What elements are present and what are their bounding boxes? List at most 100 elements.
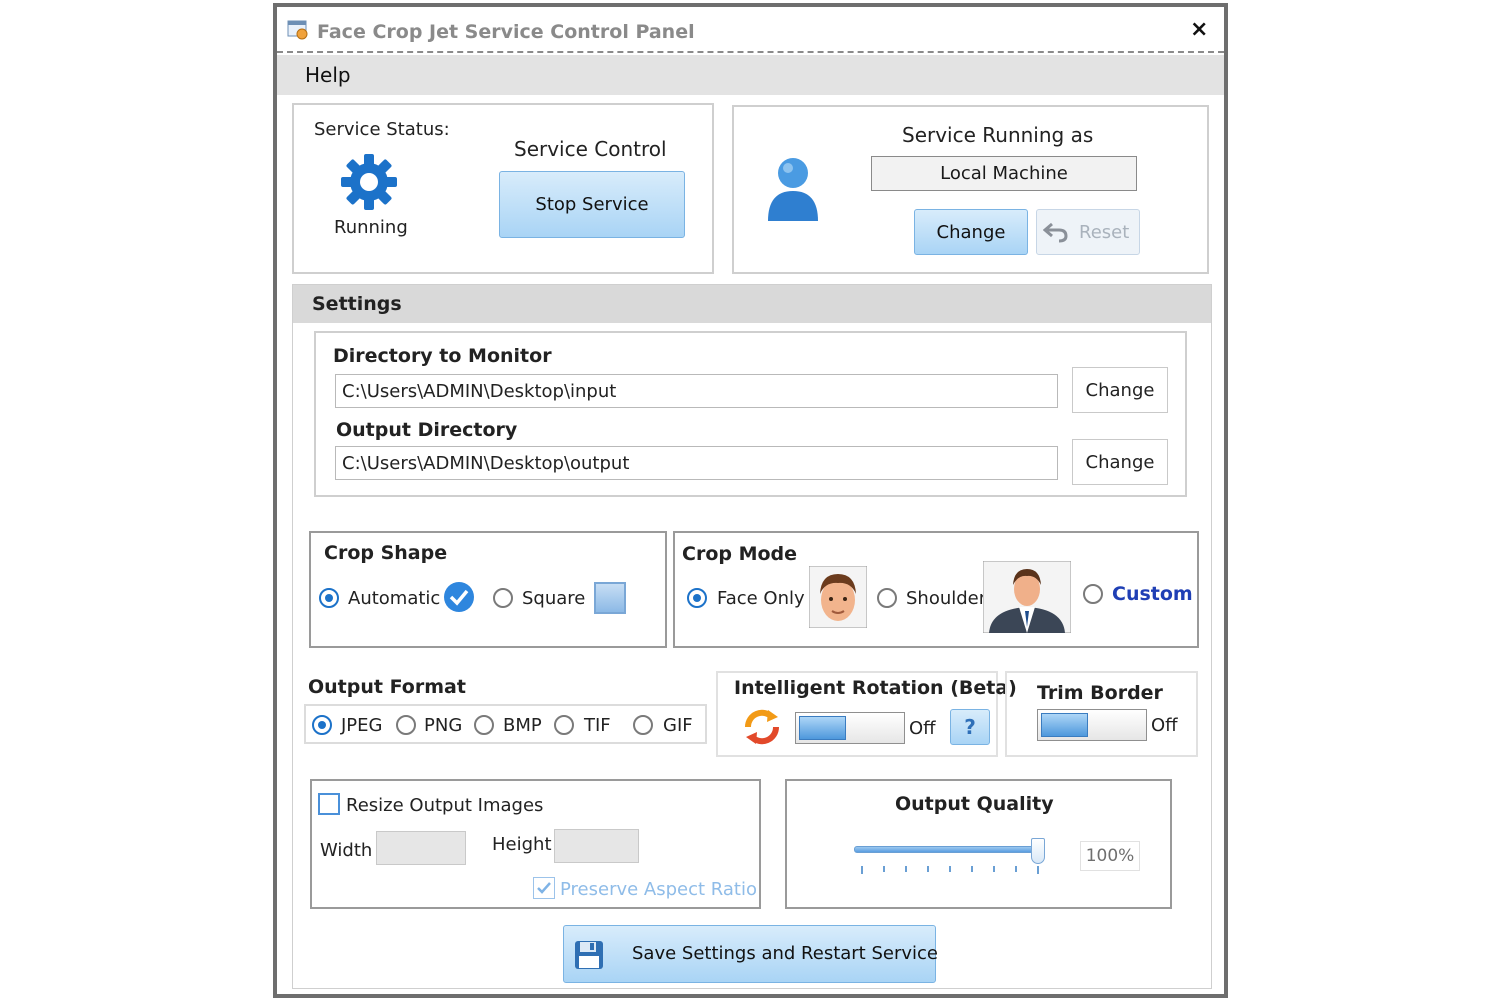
rotation-group: Intelligent Rotation (Beta) Off ?	[716, 671, 1017, 757]
format-gif-label: GIF	[663, 715, 693, 736]
slider-tick	[883, 866, 885, 872]
trim-border-group: Trim Border Off	[1005, 671, 1198, 757]
width-input[interactable]	[376, 831, 466, 865]
format-bmp-radio[interactable]	[474, 715, 494, 735]
crop-mode-custom-link[interactable]: Custom	[1112, 583, 1193, 605]
slider-tick	[905, 866, 907, 872]
format-png-radio[interactable]	[396, 715, 416, 735]
running-as-panel: Service Running as Local Machine Change …	[732, 105, 1209, 274]
running-as-label: Service Running as	[902, 123, 1094, 147]
close-icon[interactable]: ×	[1190, 17, 1208, 42]
menu-bar: Help	[277, 55, 1224, 95]
output-quality-group: Output Quality 100%	[785, 779, 1172, 909]
monitor-change-button[interactable]: Change	[1072, 367, 1168, 413]
crop-mode-face-only-radio[interactable]	[687, 588, 707, 608]
settings-header: Settings	[293, 285, 1211, 323]
width-label: Width	[320, 840, 373, 861]
crop-shape-label: Crop Shape	[324, 542, 448, 564]
slider-tick	[861, 866, 863, 874]
quality-slider-track[interactable]	[854, 846, 1044, 853]
output-directory-label: Output Directory	[336, 419, 518, 441]
monitor-directory-field[interactable]: C:\Users\ADMIN\Desktop\input	[335, 374, 1058, 408]
gear-icon	[341, 154, 397, 210]
change-account-button[interactable]: Change	[914, 209, 1028, 255]
settings-title: Settings	[312, 293, 402, 315]
square-shape-icon	[594, 582, 626, 614]
menu-item-help[interactable]: Help	[305, 63, 351, 87]
reset-label: Reset	[1079, 222, 1130, 243]
crop-shape-automatic-label: Automatic	[348, 588, 441, 609]
trim-border-toggle[interactable]	[1037, 709, 1147, 741]
directory-group: Directory to Monitor C:\Users\ADMIN\Desk…	[314, 331, 1187, 497]
title-bar: Face Crop Jet Service Control Panel ×	[277, 7, 1224, 53]
format-tif-label: TIF	[584, 715, 611, 736]
checkmark-icon	[444, 582, 474, 612]
height-input[interactable]	[554, 829, 639, 863]
resize-group: Resize Output Images Width Height Preser…	[310, 779, 761, 909]
format-jpeg-label: JPEG	[341, 715, 383, 736]
trim-border-state: Off	[1151, 715, 1178, 736]
quality-value: 100%	[1080, 841, 1140, 871]
resize-checkbox[interactable]	[318, 793, 340, 815]
crop-shape-automatic-radio[interactable]	[319, 588, 339, 608]
format-bmp-label: BMP	[503, 715, 542, 736]
trim-border-label: Trim Border	[1037, 682, 1163, 704]
checkmark-icon	[537, 882, 551, 894]
service-status-value: Running	[334, 217, 408, 238]
preserve-aspect-label: Preserve Aspect Ratio	[560, 879, 757, 900]
output-format-group: JPEG PNG BMP TIF GIF	[304, 704, 707, 744]
output-change-button[interactable]: Change	[1072, 439, 1168, 485]
settings-section: Settings Directory to Monitor C:\Users\A…	[292, 284, 1212, 989]
app-window: Face Crop Jet Service Control Panel × He…	[273, 3, 1228, 998]
crop-mode-label: Crop Mode	[682, 543, 798, 565]
crop-mode-group: Crop Mode Face Only Shoulder Custom	[673, 531, 1199, 648]
monitor-directory-label: Directory to Monitor	[333, 345, 552, 367]
trim-border-toggle-knob	[1041, 713, 1088, 737]
save-disk-icon	[575, 941, 603, 969]
output-quality-label: Output Quality	[895, 793, 1054, 815]
rotation-toggle[interactable]	[795, 712, 905, 744]
format-jpeg-radio[interactable]	[312, 715, 332, 735]
output-directory-field[interactable]: C:\Users\ADMIN\Desktop\output	[335, 446, 1058, 480]
face-only-thumbnail	[809, 566, 867, 628]
crop-mode-shoulder-label: Shoulder	[906, 588, 987, 609]
format-gif-radio[interactable]	[633, 715, 653, 735]
crop-mode-shoulder-radio[interactable]	[877, 588, 897, 608]
format-tif-radio[interactable]	[554, 715, 574, 735]
window-title: Face Crop Jet Service Control Panel	[317, 21, 695, 43]
reset-button[interactable]: Reset	[1036, 209, 1140, 255]
rotation-icon	[744, 709, 780, 745]
crop-shape-square-radio[interactable]	[493, 588, 513, 608]
preserve-aspect-checkbox[interactable]	[533, 877, 555, 899]
user-icon	[768, 158, 818, 221]
account-display: Local Machine	[871, 156, 1137, 191]
service-control-label: Service Control	[514, 137, 667, 161]
service-control-panel: Service Status: Running Service Control …	[292, 103, 714, 274]
slider-tick	[993, 866, 995, 872]
rotation-toggle-knob	[799, 716, 846, 740]
service-status-label: Service Status:	[314, 119, 450, 140]
crop-shape-square-label: Square	[522, 588, 586, 609]
crop-shape-group: Crop Shape Automatic Square	[309, 531, 667, 648]
shoulder-thumbnail	[983, 561, 1071, 633]
resize-label: Resize Output Images	[346, 795, 544, 816]
save-settings-button[interactable]: Save Settings and Restart Service	[563, 925, 938, 983]
height-label: Height	[492, 834, 552, 855]
format-png-label: PNG	[424, 715, 463, 736]
crop-mode-custom-radio[interactable]	[1083, 584, 1103, 604]
app-icon	[287, 20, 308, 40]
rotation-label: Intelligent Rotation (Beta)	[734, 677, 1017, 699]
slider-tick	[1037, 866, 1039, 874]
reset-arrow-icon	[1043, 222, 1068, 243]
help-icon[interactable]: ?	[950, 709, 990, 745]
quality-slider-thumb[interactable]	[1031, 838, 1045, 864]
output-format-label: Output Format	[308, 676, 466, 698]
slider-tick	[1015, 866, 1017, 872]
crop-mode-face-only-label: Face Only	[717, 588, 805, 609]
save-settings-label: Save Settings and Restart Service	[632, 943, 938, 964]
slider-tick	[949, 866, 951, 872]
slider-tick	[927, 866, 929, 872]
stop-service-button[interactable]: Stop Service	[499, 171, 685, 238]
slider-tick	[971, 866, 973, 872]
rotation-state: Off	[909, 718, 936, 739]
